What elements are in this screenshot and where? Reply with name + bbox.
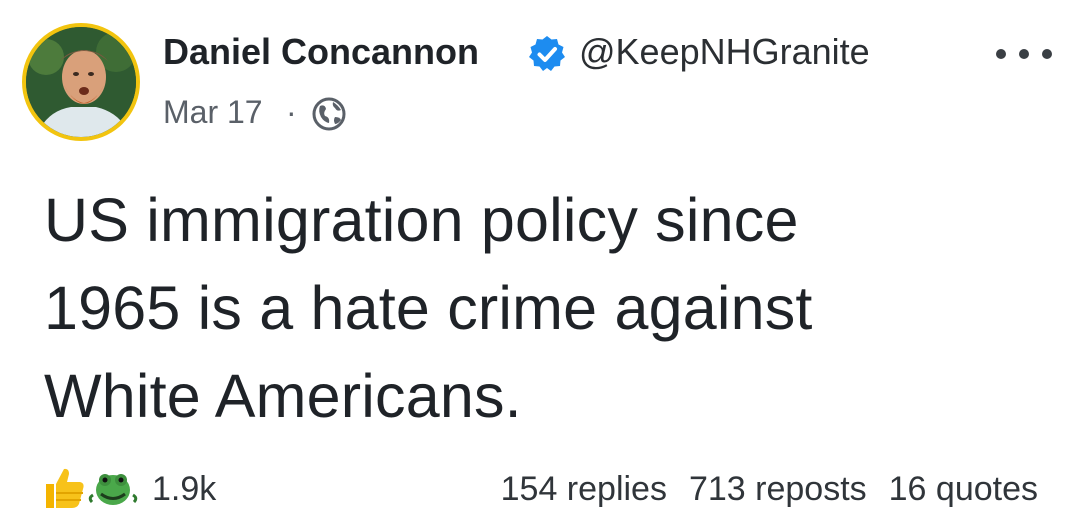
- post-body-text: US immigration policy since 1965 is a ha…: [44, 186, 813, 430]
- engagement-stats: 154 replies 713 reposts 16 quotes: [501, 468, 1038, 510]
- replies-count[interactable]: 154 replies: [501, 468, 667, 510]
- avatar-photo: [26, 27, 136, 137]
- date-separator: ·: [286, 94, 297, 130]
- post-card: Daniel Concannon @KeepNHGranite Mar 17 ·…: [0, 0, 1080, 521]
- verified-badge-icon: [529, 36, 565, 71]
- more-options-button[interactable]: [996, 42, 1052, 66]
- avatar[interactable]: [22, 23, 140, 141]
- quotes-count[interactable]: 16 quotes: [889, 468, 1038, 510]
- thumbs-up-icon: [46, 468, 84, 508]
- reaction-count[interactable]: 1.9k: [152, 468, 216, 510]
- custom-frog-reaction-icon: [88, 469, 138, 507]
- reactions-button[interactable]: [38, 462, 148, 512]
- reposts-count[interactable]: 713 reposts: [689, 468, 867, 510]
- post-date[interactable]: Mar 17: [163, 92, 263, 132]
- globe-icon: [312, 97, 346, 131]
- more-options-icon: [996, 49, 1006, 59]
- author-name[interactable]: Daniel Concannon: [163, 30, 479, 74]
- author-handle[interactable]: @KeepNHGranite: [579, 30, 870, 74]
